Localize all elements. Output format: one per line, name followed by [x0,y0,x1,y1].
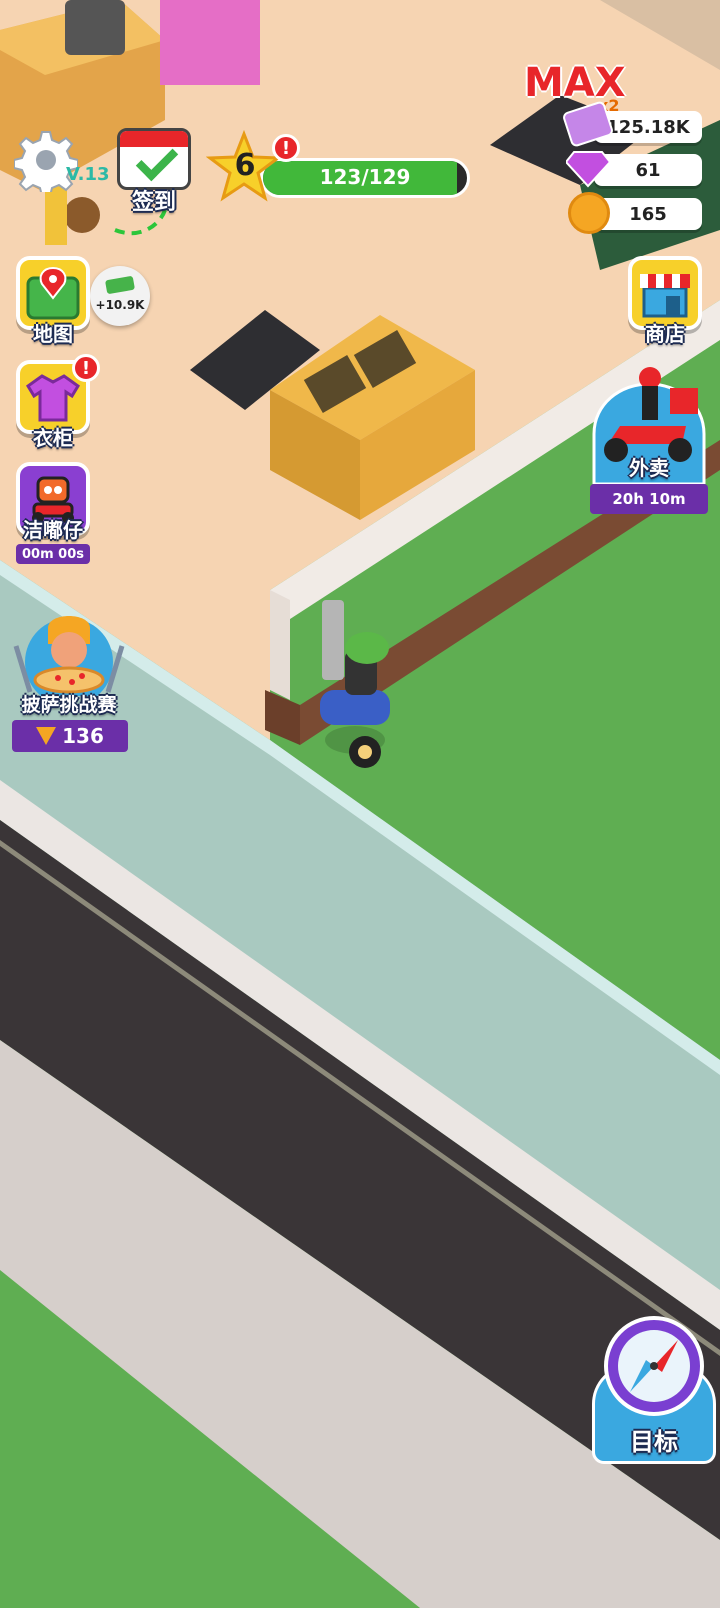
goal-button[interactable]: 目标 [592,1314,716,1466]
front-wall-side [270,590,290,700]
calendar-icon [117,128,191,190]
cash-stack-icon [104,275,136,295]
level-number: 6 [234,148,256,183]
level-alert-badge: ! [272,134,300,162]
shop-label: 商店 [645,322,685,346]
compass-icon [604,1316,704,1416]
delivery-button[interactable]: 外卖 20h 10m [590,364,708,518]
robot-label: 洁嘟仔 [23,518,83,542]
pizza-slice-icon [36,727,57,745]
income-value: +10.9K [95,298,145,312]
delivery-timer: 20h 10m [590,484,708,514]
cash-register [65,0,125,55]
delivery-label: 外卖 [629,456,669,480]
wardrobe-alert-badge: ! [72,354,100,382]
xp-bar: 123/129 [260,158,470,198]
income-bubble[interactable]: +10.9K [90,266,150,326]
pizza-challenge-button[interactable]: 披萨挑战赛 136 [6,606,132,756]
storefront-icon [640,274,690,318]
pizza-coin-value: 165 [629,203,667,225]
wardrobe-label: 衣柜 [33,426,73,450]
pizza-challenge-count: 136 [62,724,104,748]
level-indicator[interactable]: 123/129 6 ! [206,130,480,212]
cash-value: 125.18K [606,116,690,138]
xp-text: 123/129 [319,165,411,189]
gem-counter: 61 [594,154,702,186]
pink-boxes [160,0,260,85]
gem-value: 61 [635,159,661,181]
version-label: V.13 [66,164,110,185]
goal-label: 目标 [630,1428,678,1456]
pizza-challenge-label: 披萨挑战赛 [21,694,117,716]
gem-icon [566,151,610,188]
pizza-challenge-count-bar: 136 [12,720,128,752]
map-label: 地图 [33,322,73,346]
checkin-label: 签到 [131,190,176,215]
pizza-coin-icon [568,192,610,234]
pizza-coin-counter: 165 [594,198,702,230]
robot-timer: 00m 00s [16,544,90,564]
map-icon [26,266,80,320]
checkin-button[interactable]: 签到 [113,126,195,216]
shirt-icon [26,374,80,422]
chef-icon [13,616,125,706]
